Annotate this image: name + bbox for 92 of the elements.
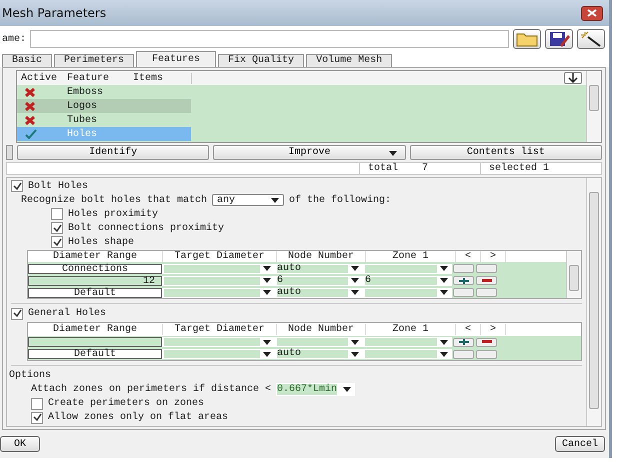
section-title: Options [9, 370, 52, 381]
column-header: Zone 1 [366, 251, 456, 262]
match-suffix: of the following: [289, 194, 392, 206]
zone-dropdown[interactable] [363, 264, 452, 274]
remove-button[interactable] [476, 338, 497, 347]
scrollbar[interactable] [566, 251, 581, 298]
column-header: Node Number [277, 251, 366, 262]
node-dropdown[interactable]: 6 [275, 276, 363, 286]
minus-icon [482, 340, 492, 344]
tab[interactable]: Perimeters [54, 54, 134, 67]
node-dropdown[interactable]: auto [275, 264, 363, 274]
caret-icon [271, 198, 280, 203]
checkbox[interactable] [11, 180, 23, 192]
tab[interactable]: Features [136, 51, 216, 67]
column-header: Target Diameter [163, 251, 277, 262]
checkbox[interactable] [51, 208, 63, 220]
column-header: Active [20, 72, 58, 84]
attach-label: Attach zones on perimeters if distance < [31, 384, 272, 395]
checkbox[interactable] [51, 222, 63, 234]
save-button[interactable] [545, 29, 573, 49]
tab[interactable]: Basic [2, 54, 52, 67]
column-header: < [456, 324, 481, 335]
checkbox-label: Bolt connections proximity [68, 222, 224, 234]
caret-icon [343, 386, 352, 392]
column-header: Node Number [277, 324, 366, 335]
magic-wand-icon [580, 31, 602, 47]
column-header: Diameter Range [28, 324, 163, 335]
column-header: Target Diameter [163, 324, 277, 335]
plus-icon [458, 278, 468, 284]
feature-row[interactable]: Tubes [17, 113, 191, 127]
zone-dropdown[interactable] [363, 288, 452, 298]
caret-icon [388, 151, 397, 156]
down-arrow-icon [568, 73, 578, 83]
checkbox[interactable] [11, 308, 23, 320]
scrollbar[interactable] [586, 178, 601, 426]
selected-count: selected 1 [480, 163, 601, 174]
checkbox-label: Allow zones only on flat areas [48, 412, 228, 424]
zone-dropdown[interactable]: 6 [363, 276, 452, 286]
disk-icon [548, 31, 570, 47]
dialog-button[interactable]: Cancel [554, 436, 605, 452]
range-field[interactable]: 12 [28, 276, 162, 286]
plus-icon [458, 339, 468, 346]
open-button[interactable] [513, 29, 541, 49]
checkbox-label: Bolt Holes [28, 180, 88, 192]
column-header: < [456, 251, 481, 262]
column-header: Items [133, 72, 192, 84]
distance-dropdown[interactable]: 0.667*Lmin [276, 382, 356, 396]
column-header: > [481, 251, 506, 262]
column-header: > [481, 324, 506, 335]
range-field[interactable]: Default [28, 288, 162, 298]
checkbox[interactable] [31, 412, 43, 424]
node-dropdown[interactable] [275, 337, 363, 348]
action-button[interactable]: Identify [17, 145, 210, 160]
node-dropdown[interactable]: auto [275, 288, 363, 298]
checkbox-label: Create perimeters on zones [48, 398, 204, 410]
node-dropdown[interactable]: auto [275, 349, 363, 360]
minus-icon [482, 278, 492, 283]
range-field[interactable]: Default [28, 349, 162, 360]
checkbox-label: Holes proximity [68, 208, 158, 220]
tab[interactable]: Fix Quality [218, 54, 304, 67]
action-button[interactable]: Contents list [410, 145, 602, 160]
remove-button[interactable] [476, 276, 497, 286]
add-button[interactable] [453, 338, 474, 347]
zone-dropdown[interactable] [363, 337, 452, 348]
action-button[interactable]: Improve [213, 145, 406, 160]
column-header: Zone 1 [366, 324, 456, 335]
column-header: Diameter Range [28, 251, 163, 262]
name-field[interactable] [30, 30, 509, 48]
column-header: Feature [66, 72, 110, 84]
dialog-button[interactable]: OK [0, 436, 40, 452]
wand-button[interactable] [577, 29, 605, 49]
feature-row[interactable]: Logos [17, 99, 191, 113]
scrollbar[interactable] [586, 71, 601, 142]
close-icon [587, 9, 597, 17]
tab[interactable]: Volume Mesh [306, 54, 392, 67]
folder-icon [516, 31, 538, 47]
zone-dropdown[interactable] [363, 349, 452, 360]
total-count: total 7 [359, 163, 480, 174]
range-field[interactable]: Connections [28, 264, 162, 274]
checkbox-label: Holes shape [68, 236, 134, 248]
range-field[interactable] [28, 337, 162, 348]
name-label: ame: [2, 34, 26, 44]
checkbox[interactable] [31, 398, 43, 410]
checkbox-label: General Holes [28, 308, 106, 320]
match-dropdown[interactable]: any [212, 194, 284, 206]
window-title: Mesh Parameters [2, 6, 106, 20]
checkbox[interactable] [51, 236, 63, 248]
move-down-button[interactable] [564, 72, 582, 84]
close-button[interactable] [581, 6, 603, 20]
match-label: Recognize bolt holes that match [21, 194, 208, 206]
feature-row[interactable]: Emboss [17, 85, 191, 99]
add-button[interactable] [453, 276, 474, 286]
